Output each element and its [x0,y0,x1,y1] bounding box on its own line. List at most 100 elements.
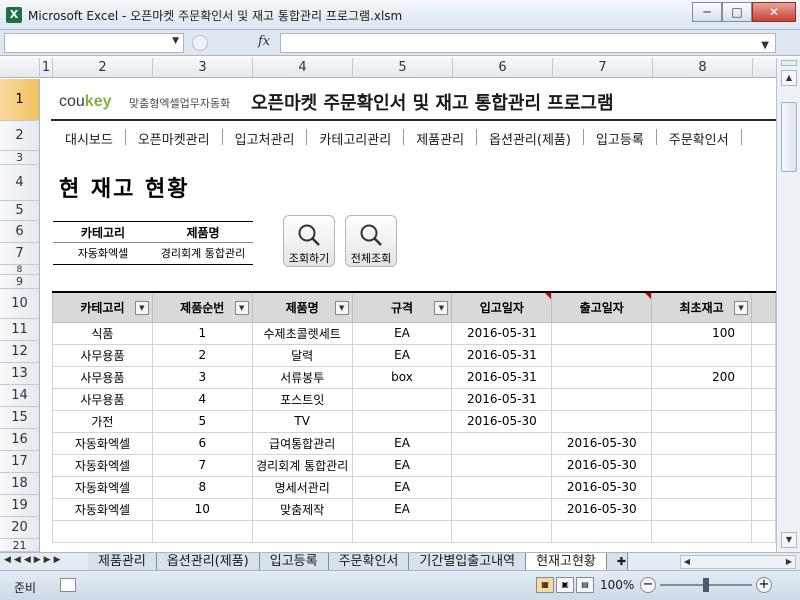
table-cell[interactable] [451,497,553,521]
table-cell[interactable]: 10 [151,497,253,521]
sheet-tab[interactable]: 제품관리 [88,553,157,571]
excel-icon[interactable]: X [6,7,22,23]
filter-dropdown-icon[interactable]: ▼ [334,301,349,315]
table-cell[interactable]: 급여통합관리 [251,431,353,455]
nav-product[interactable]: 제품관리 [404,129,478,148]
column-header[interactable]: 3 [153,58,253,78]
table-cell[interactable] [651,343,753,367]
row-header[interactable]: 7 [0,243,40,265]
table-cell[interactable] [651,409,753,433]
table-cell[interactable]: EA [351,453,453,477]
table-cell[interactable]: 자동화엑셀 [52,497,153,521]
table-cell[interactable] [551,409,653,433]
table-row[interactable]: 사무용품 3 서류봉투 box 2016-05-31 200 [52,365,776,389]
table-cell[interactable]: 경리회계 통합관리 [251,453,353,477]
row-header[interactable]: 21 [0,539,40,552]
table-cell[interactable]: 5 [151,409,253,433]
column-header[interactable]: 4 [253,58,353,78]
column-header[interactable]: 7 [553,58,653,78]
table-cell[interactable]: 수제초콜렛세트 [251,321,353,345]
table-cell[interactable]: box [351,365,453,389]
split-handle[interactable] [781,60,797,66]
table-cell[interactable]: 식품 [52,321,153,345]
table-cell[interactable] [751,453,776,477]
column-header[interactable]: 1 [40,58,53,78]
row-header[interactable]: 19 [0,495,40,517]
table-row[interactable]: 자동화엑셀 6 급여통합관리 EA 2016-05-30 [52,431,776,455]
scroll-up-icon[interactable]: ▲ [781,70,797,86]
table-cell[interactable] [551,365,653,389]
table-row[interactable]: 사무용품 2 달력 EA 2016-05-31 [52,343,776,367]
table-cell[interactable]: 포스트잇 [251,387,353,411]
scroll-right-icon[interactable]: ▶ [783,556,795,568]
table-cell[interactable]: TV [251,409,353,433]
table-cell[interactable]: 8 [151,475,253,499]
table-cell[interactable]: 2016-05-31 [451,343,553,367]
table-row[interactable]: 가전 5 TV 2016-05-30 [52,409,776,433]
table-cell[interactable] [751,365,776,389]
zoom-out-icon[interactable]: − [640,577,656,593]
row-header[interactable]: 16 [0,429,40,451]
column-header[interactable]: 6 [453,58,553,78]
row-header[interactable]: 20 [0,517,40,539]
column-header[interactable]: 8 [653,58,753,78]
table-cell[interactable]: 100 [651,321,753,345]
table-cell[interactable] [451,453,553,477]
table-cell[interactable]: 2016-05-30 [551,431,653,455]
row-header[interactable]: 17 [0,451,40,473]
table-cell[interactable]: 4 [151,387,253,411]
filter-category-input[interactable]: 자동화엑셀 [53,243,153,264]
table-cell[interactable]: EA [351,497,453,521]
table-cell[interactable]: 자동화엑셀 [52,431,153,455]
formula-toggle-icon[interactable] [192,35,208,51]
row-header[interactable]: 4 [0,165,40,201]
nav-order-confirm[interactable]: 주문확인서 [657,129,742,148]
nav-stock-in[interactable]: 입고등록 [584,129,657,148]
scroll-left-icon[interactable]: ◀ [681,556,693,568]
table-cell[interactable]: 사무용품 [52,365,153,389]
nav-option[interactable]: 옵션관리(제품) [477,129,584,148]
sheet-tab[interactable]: 옵션관리(제품) [156,553,260,571]
zoom-in-icon[interactable]: + [756,577,772,593]
table-cell[interactable]: EA [351,343,453,367]
column-header[interactable]: 5 [353,58,453,78]
table-cell[interactable]: 2016-05-31 [451,321,553,345]
nav-supplier[interactable]: 입고처관리 [223,129,308,148]
row-header[interactable]: 12 [0,341,40,363]
table-cell[interactable]: 달력 [251,343,353,367]
table-cell[interactable] [751,475,776,499]
filter-dropdown-icon[interactable]: ▼ [434,301,449,315]
table-cell[interactable]: 7 [151,453,253,477]
row-header[interactable]: 2 [0,121,40,151]
vertical-scrollbar[interactable]: ▲ ▼ [776,58,800,552]
table-cell[interactable] [551,343,653,367]
minimize-button[interactable]: ─ [692,2,722,22]
expand-formula-icon[interactable]: ▼ [761,40,769,51]
table-cell[interactable]: 2016-05-30 [451,409,553,433]
nav-category[interactable]: 카테고리관리 [307,129,405,148]
table-row[interactable]: 자동화엑셀 8 명세서관리 EA 2016-05-30 [52,475,776,499]
table-cell[interactable]: 3 [151,365,253,389]
new-sheet-icon[interactable]: ✚ [606,553,628,571]
table-cell[interactable]: 2016-05-30 [551,497,653,521]
column-header[interactable]: 2 [53,58,153,78]
table-row[interactable]: 자동화엑셀 10 맞춤제작 EA 2016-05-30 [52,497,776,521]
table-cell[interactable] [651,475,753,499]
row-header[interactable]: 9 [0,275,40,289]
select-all-corner[interactable] [0,58,40,78]
sheet-tab[interactable]: 기간별입출고내역 [409,553,527,571]
table-cell[interactable] [751,343,776,367]
table-cell[interactable] [551,387,653,411]
table-cell[interactable]: 2016-05-31 [451,387,553,411]
scroll-down-icon[interactable]: ▼ [781,532,797,548]
table-cell[interactable]: 6 [151,431,253,455]
table-cell[interactable] [751,387,776,411]
table-cell[interactable]: 사무용품 [52,387,153,411]
maximize-button[interactable]: □ [722,2,752,22]
table-row[interactable]: 식품 1 수제초콜렛세트 EA 2016-05-31 100 [52,321,776,345]
row-header[interactable]: 14 [0,385,40,407]
table-cell[interactable] [351,409,453,433]
row-header[interactable]: 18 [0,473,40,495]
zoom-slider-thumb[interactable] [703,578,709,592]
name-box[interactable]: ▼ [4,33,184,53]
